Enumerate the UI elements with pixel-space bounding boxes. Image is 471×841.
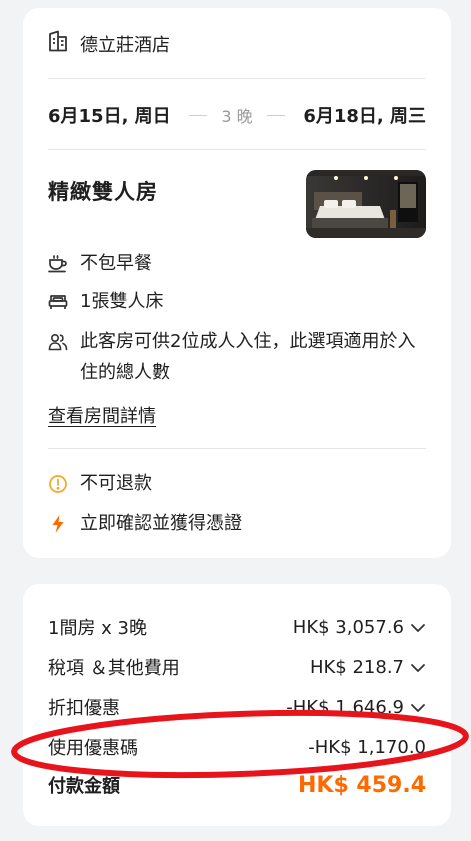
feature-text: 不包早餐 [80, 253, 152, 274]
booking-summary-card: 德立莊酒店 6月15日, 周日 3 晚 6月18日, 周三 精緻雙人房 不包早餐… [23, 8, 451, 558]
nights-count: 3 晚 [189, 103, 285, 127]
divider [48, 149, 426, 150]
lightning-icon [48, 508, 68, 539]
room-photo[interactable] [306, 170, 426, 238]
checkin-date: 6月15日, 周日 [48, 106, 171, 127]
total-amount: HK$ 459.4 [297, 772, 426, 798]
view-room-details-link[interactable]: 查看房間詳情 [48, 402, 156, 428]
price-value: HK$ 3,057.6 [292, 616, 404, 638]
price-label: 使用優惠碼 [48, 738, 138, 759]
feature-text: 此客房可供2位成人入住，此選項適用於入住的總人數 [80, 331, 416, 383]
chevron-down-icon[interactable] [410, 657, 426, 678]
price-label: 1間房 x 3晚 [48, 618, 147, 639]
divider [48, 448, 426, 449]
policy-text: 立即確認並獲得憑證 [80, 513, 242, 534]
price-value: -HK$ 1,646.9 [286, 696, 404, 718]
divider [266, 114, 285, 116]
price-amount: HK$ 3,057.6 [293, 617, 426, 638]
price-label: 折扣優惠 [48, 698, 120, 719]
feature-occupancy: 此客房可供2位成人入住，此選項適用於入住的總人數 [48, 326, 426, 388]
policy-text: 不可退款 [80, 473, 152, 494]
coffee-cup-icon [48, 248, 68, 279]
price-row-discount[interactable]: 折扣優惠 -HK$ 1,646.9 [48, 694, 426, 720]
bed-icon [48, 286, 68, 317]
feature-breakfast: 不包早餐 [48, 248, 426, 279]
policy-refund: 不可退款 [48, 468, 426, 499]
price-row-total: 付款金額 HK$ 459.4 [48, 772, 426, 798]
price-row-coupon: 使用優惠碼 -HK$ 1,170.0 [48, 734, 426, 760]
price-amount: -HK$ 1,646.9 [286, 697, 426, 718]
total-label: 付款金額 [48, 776, 120, 797]
stay-dates: 6月15日, 周日 3 晚 6月18日, 周三 [48, 102, 426, 128]
divider [189, 114, 208, 116]
checkout-date: 6月18日, 周三 [303, 106, 426, 127]
feature-text: 1張雙人床 [80, 291, 164, 312]
price-row-room[interactable]: 1間房 x 3晚 HK$ 3,057.6 [48, 614, 426, 640]
chevron-down-icon[interactable] [410, 697, 426, 718]
price-label: 稅項 ＆其他費用 [48, 658, 180, 679]
price-amount: HK$ 218.7 [310, 657, 426, 678]
price-amount: -HK$ 1,170.0 [308, 737, 426, 758]
price-breakdown-card: 1間房 x 3晚 HK$ 3,057.6 稅項 ＆其他費用 HK$ 218.7 … [23, 584, 451, 826]
feature-bed: 1張雙人床 [48, 286, 426, 317]
divider [48, 78, 426, 79]
hotel-row: 德立莊酒店 [48, 30, 170, 57]
hotel-building-icon [48, 30, 68, 57]
room-name: 精緻雙人房 [48, 180, 158, 204]
hotel-name: 德立莊酒店 [80, 34, 170, 56]
policy-instant-confirm: 立即確認並獲得憑證 [48, 508, 426, 539]
info-circle-icon [48, 468, 68, 499]
price-row-taxes[interactable]: 稅項 ＆其他費用 HK$ 218.7 [48, 654, 426, 680]
people-icon [48, 326, 68, 357]
price-value: -HK$ 1,170.0 [308, 736, 426, 758]
chevron-down-icon[interactable] [410, 617, 426, 638]
nights-label: 3 晚 [221, 107, 253, 126]
price-value: HK$ 218.7 [309, 656, 404, 678]
